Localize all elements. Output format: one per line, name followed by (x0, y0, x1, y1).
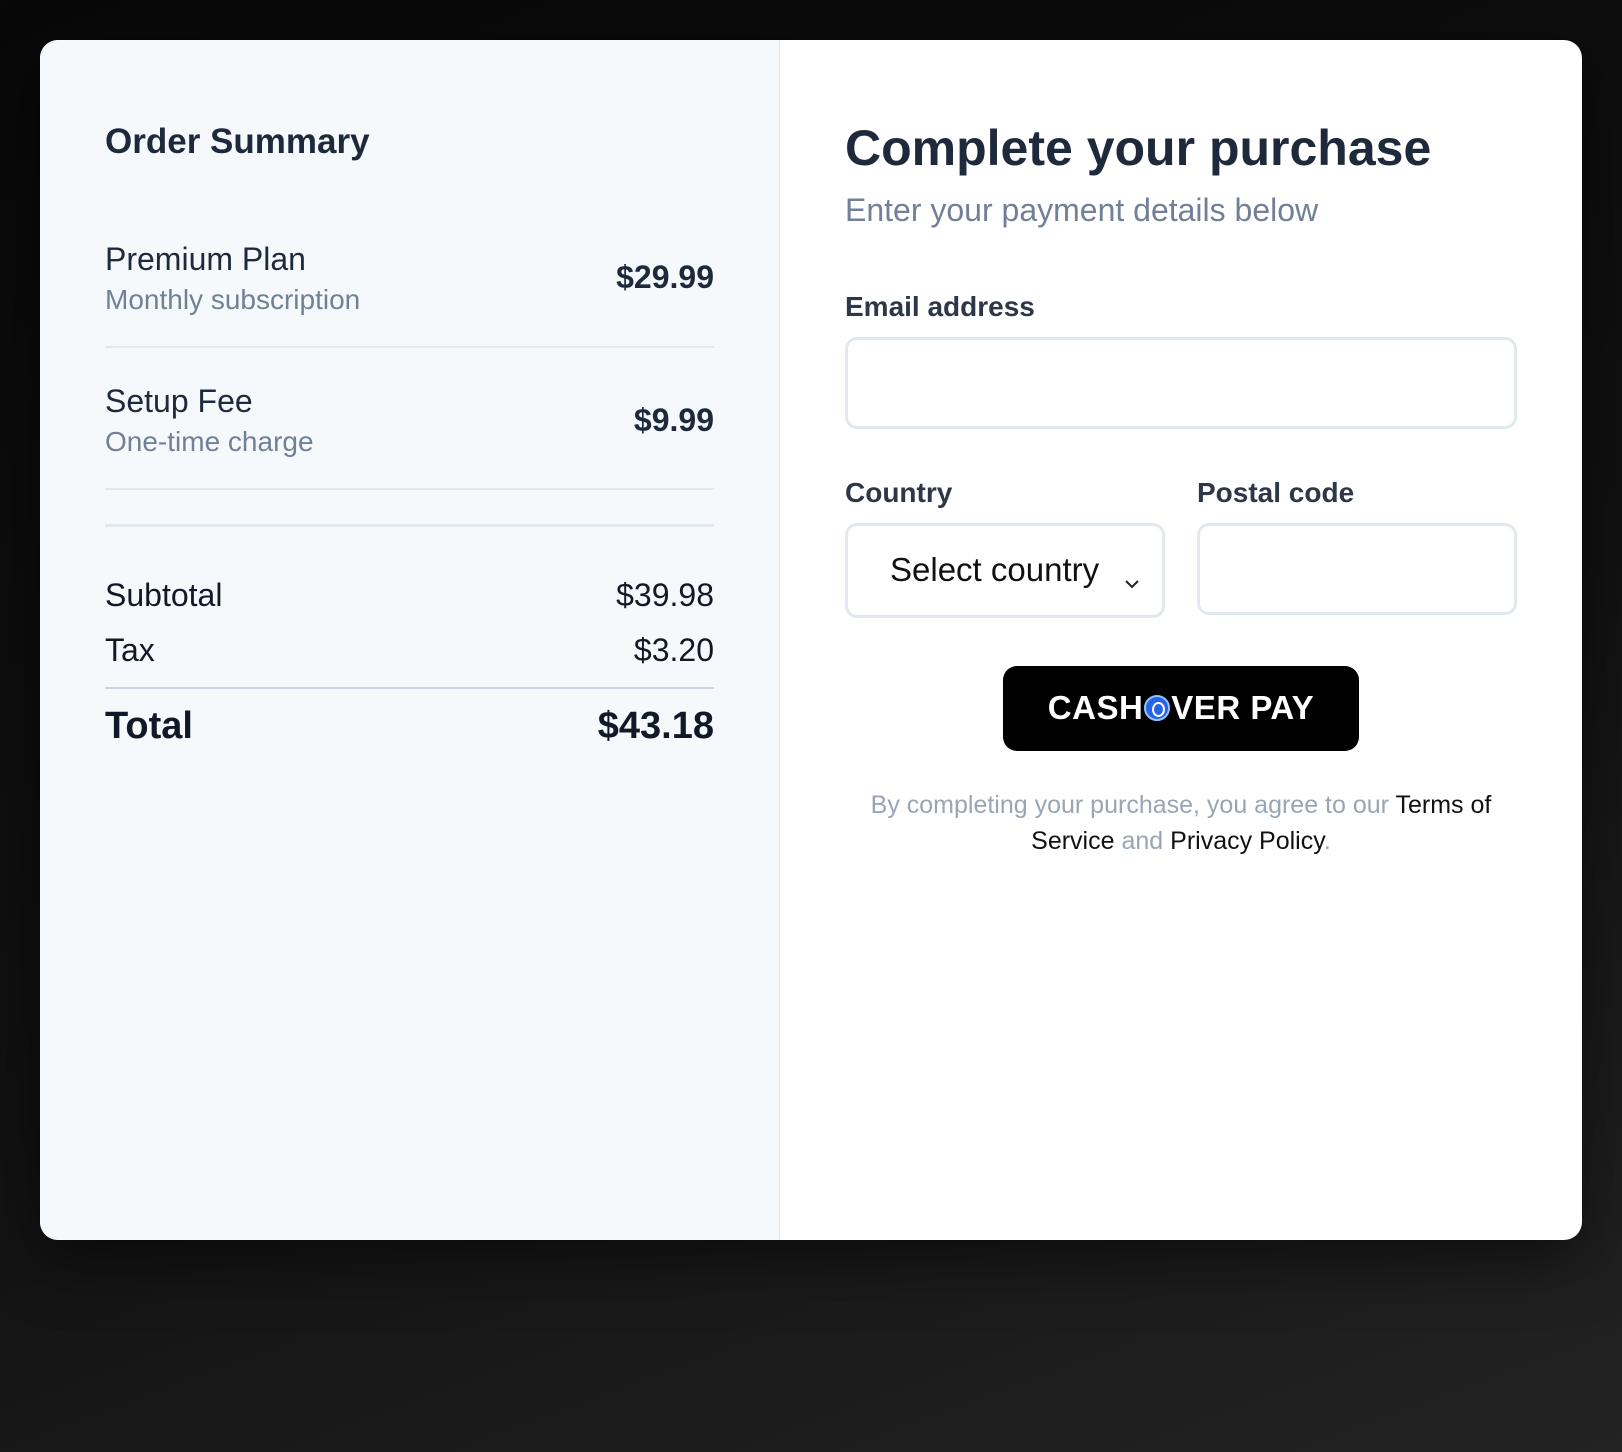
checkout-card: Order Summary Premium Plan Monthly subsc… (40, 40, 1582, 1240)
total-value: $43.18 (597, 705, 714, 748)
line-item-info: Setup Fee One-time charge (105, 382, 314, 458)
email-label: Email address (845, 290, 1035, 322)
pay-button[interactable]: CASH VER PAY (1003, 665, 1359, 751)
circle-o-logo-icon (1144, 695, 1171, 721)
country-select-value: Select country (890, 551, 1100, 588)
payment-panel: Complete your purchase Enter your paymen… (780, 40, 1582, 1240)
line-item-price: $29.99 (616, 259, 714, 296)
country-field-group: Country Select country (845, 477, 1165, 618)
legal-notice: By completing your purchase, you agree t… (845, 787, 1517, 860)
country-select[interactable]: Select country (845, 522, 1165, 618)
subtotal-value: $39.98 (616, 577, 714, 614)
page-title: Complete your purchase (845, 120, 1432, 176)
address-row: Country Select country Postal code (845, 477, 1517, 618)
legal-suffix: . (1323, 826, 1331, 855)
privacy-policy-link[interactable]: Privacy Policy (1170, 827, 1324, 855)
line-item: Premium Plan Monthly subscription $29.99 (105, 240, 714, 348)
postal-label: Postal code (1197, 476, 1355, 508)
pay-button-text-after: VER PAY (1171, 689, 1315, 726)
pay-button-text-before: CASH (1047, 689, 1144, 726)
tax-label: Tax (105, 632, 155, 669)
chevron-down-icon (1124, 562, 1140, 589)
line-item-name: Setup Fee (105, 382, 253, 419)
line-item-price: $9.99 (633, 401, 714, 438)
pay-button-wrap: CASH VER PAY (845, 665, 1517, 751)
line-item-name: Premium Plan (105, 240, 306, 277)
order-summary-panel: Order Summary Premium Plan Monthly subsc… (40, 40, 780, 1240)
line-item-description: One-time charge (105, 426, 314, 458)
line-item: Setup Fee One-time charge $9.99 (105, 382, 714, 491)
subtotal-row: Subtotal $39.98 (105, 577, 714, 614)
order-summary-title: Order Summary (105, 122, 370, 161)
total-label: Total (105, 705, 193, 748)
legal-and: and (1121, 826, 1164, 855)
line-item-description: Monthly subscription (105, 283, 361, 315)
page-subtitle: Enter your payment details below (845, 191, 1319, 228)
legal-prefix: By completing your purchase, you agree t… (870, 790, 1389, 819)
totals-divider (105, 524, 714, 528)
email-field[interactable] (845, 336, 1517, 429)
line-item-info: Premium Plan Monthly subscription (105, 240, 360, 316)
total-row: Total $43.18 (105, 687, 714, 748)
country-label: Country (845, 476, 953, 508)
subtotal-label: Subtotal (105, 577, 223, 614)
email-field-group: Email address (845, 291, 1517, 429)
postal-code-field[interactable] (1197, 522, 1517, 615)
postal-field-group: Postal code (1197, 477, 1517, 618)
tax-row: Tax $3.20 (105, 632, 714, 669)
tax-value: $3.20 (633, 632, 714, 669)
